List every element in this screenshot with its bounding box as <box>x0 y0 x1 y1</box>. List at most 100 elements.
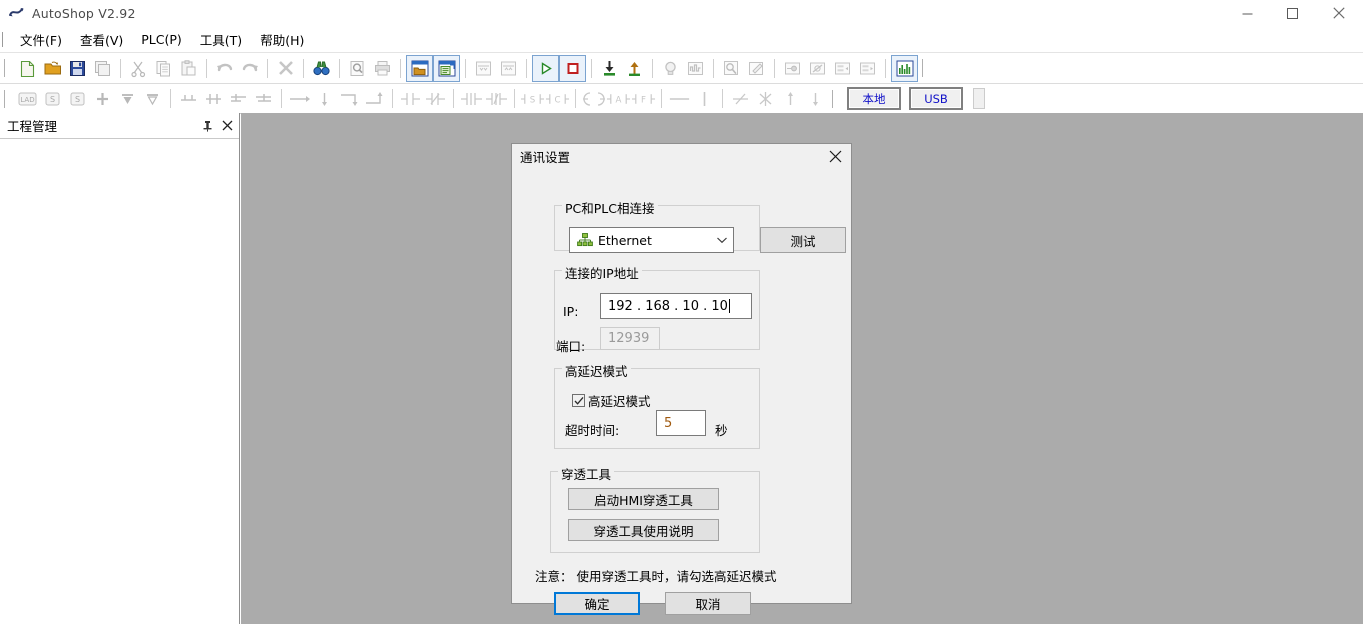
menu-bar: 文件(F) 查看(V) PLC(P) 工具(T) 帮助(H) <box>0 26 1363 53</box>
passthrough-note: 注意： 使用穿透工具时，请勾选高延迟模式 <box>535 569 777 584</box>
start-hmi-passthrough-button[interactable]: 启动HMI穿透工具 <box>568 488 719 510</box>
cut-icon[interactable] <box>126 56 151 81</box>
upload-plc-icon[interactable] <box>622 56 647 81</box>
arrow-up-icon[interactable] <box>778 86 803 111</box>
sfc-mode-icon[interactable]: S <box>65 86 90 111</box>
menu-plc[interactable]: PLC(P) <box>132 28 191 51</box>
mode-button-local[interactable]: 本地 <box>847 87 901 110</box>
close-icon[interactable] <box>219 116 236 136</box>
project-manager-tree[interactable] <box>0 139 239 624</box>
timeout-input[interactable]: 5 <box>656 410 706 436</box>
branch-right-icon[interactable] <box>251 86 276 111</box>
element-clear-icon[interactable] <box>805 56 830 81</box>
find-binoculars-icon[interactable] <box>309 56 334 81</box>
open-folder-icon[interactable] <box>40 56 65 81</box>
insert-vertical-icon[interactable] <box>90 86 115 111</box>
toolbar-separator <box>120 58 121 78</box>
delete-x-icon[interactable] <box>273 56 298 81</box>
coil-f-icon[interactable]: F <box>631 86 656 111</box>
project-window-icon[interactable] <box>406 54 433 82</box>
expand-rows-icon[interactable] <box>496 56 521 81</box>
save-all-icon[interactable] <box>90 56 115 81</box>
pin-icon[interactable] <box>199 116 216 136</box>
cross-reference-icon[interactable] <box>719 56 744 81</box>
toolbar-separator <box>514 89 515 108</box>
ok-button[interactable]: 确定 <box>554 592 640 615</box>
instruction-window-icon[interactable] <box>433 54 460 82</box>
delete-row-icon[interactable] <box>855 56 880 81</box>
copy-icon[interactable] <box>151 56 176 81</box>
svg-text:F: F <box>641 95 646 105</box>
dialog-body: PC和PLC相连接 Ethernet 测试 连接的IP地址 IP: 192 . … <box>512 168 851 615</box>
ladder-toolbar-grip[interactable] <box>4 89 12 108</box>
waveform-icon[interactable] <box>683 56 708 81</box>
connection-type-value: Ethernet <box>598 232 652 248</box>
menu-file[interactable]: 文件(F) <box>11 26 71 53</box>
maximize-button[interactable] <box>1270 0 1315 26</box>
contact-no-icon[interactable] <box>398 86 423 111</box>
chevron-down-icon[interactable] <box>711 236 733 244</box>
arrow-down-icon[interactable] <box>803 86 828 111</box>
mode-button-usb[interactable]: USB <box>909 87 963 110</box>
high-latency-checkbox-row[interactable]: 高延迟模式 <box>572 391 651 410</box>
connection-type-select[interactable]: Ethernet <box>569 227 734 253</box>
toolbar-grip[interactable] <box>4 59 12 77</box>
test-connection-button[interactable]: 测试 <box>760 227 846 253</box>
branch-down-icon[interactable] <box>201 86 226 111</box>
menu-view[interactable]: 查看(V) <box>71 26 132 53</box>
monitor-lamp-icon[interactable] <box>658 56 683 81</box>
passthrough-help-button[interactable]: 穿透工具使用说明 <box>568 519 719 541</box>
corner2-icon[interactable] <box>362 86 387 111</box>
coil-a-icon[interactable]: A <box>606 86 631 111</box>
ip-address-input[interactable]: 192 . 168 . 10 . 10 <box>600 293 752 319</box>
group-latency-legend: 高延迟模式 <box>562 361 631 380</box>
undo-icon[interactable] <box>212 56 237 81</box>
paste-icon[interactable] <box>176 56 201 81</box>
dialog-close-icon[interactable] <box>819 145 851 168</box>
set-coil-icon[interactable]: S <box>520 86 545 111</box>
branch-up-icon[interactable] <box>176 86 201 111</box>
corner-icon[interactable] <box>337 86 362 111</box>
mode-toolbar-grip[interactable] <box>832 89 840 108</box>
element-monitor-icon[interactable] <box>780 56 805 81</box>
menu-help[interactable]: 帮助(H) <box>251 26 313 53</box>
branch-left-icon[interactable] <box>226 86 251 111</box>
lad-mode-icon[interactable]: LAD <box>15 86 40 111</box>
stop-icon[interactable] <box>559 54 586 82</box>
insert-down-icon[interactable] <box>115 86 140 111</box>
line-right-icon[interactable] <box>287 86 312 111</box>
contact-nc-icon[interactable] <box>423 86 448 111</box>
print-icon[interactable] <box>370 56 395 81</box>
diagonal-del-icon[interactable] <box>728 86 753 111</box>
coil-icon[interactable] <box>581 86 606 111</box>
toolbar-separator <box>392 89 393 108</box>
compress-rows-icon[interactable] <box>471 56 496 81</box>
vline-icon[interactable] <box>692 86 717 111</box>
window-titlebar: AutoShop V2.92 <box>0 0 1363 26</box>
rising-edge-icon[interactable] <box>459 86 484 111</box>
download-plc-icon[interactable] <box>597 56 622 81</box>
edit-comment-icon[interactable] <box>744 56 769 81</box>
menu-tools[interactable]: 工具(T) <box>191 26 251 53</box>
insert-row-icon[interactable] <box>830 56 855 81</box>
new-file-icon[interactable] <box>15 56 40 81</box>
cancel-button[interactable]: 取消 <box>665 592 751 615</box>
line-down-icon[interactable] <box>312 86 337 111</box>
cross-del-icon[interactable] <box>753 86 778 111</box>
run-icon[interactable] <box>532 54 559 82</box>
save-icon[interactable] <box>65 56 90 81</box>
hline-icon[interactable] <box>667 86 692 111</box>
print-preview-icon[interactable] <box>345 56 370 81</box>
falling-edge-icon[interactable] <box>484 86 509 111</box>
port-input[interactable]: 12939 <box>600 327 660 350</box>
close-button[interactable] <box>1315 0 1363 26</box>
redo-icon[interactable] <box>237 56 262 81</box>
toolbar-overflow[interactable] <box>973 88 985 109</box>
toolbar-grip-end[interactable] <box>922 59 930 77</box>
minimize-button[interactable] <box>1225 0 1270 26</box>
st-mode-icon[interactable]: S <box>40 86 65 111</box>
delete-down-icon[interactable] <box>140 86 165 111</box>
chart-trend-icon[interactable] <box>891 54 918 82</box>
reset-coil-icon[interactable]: C <box>545 86 570 111</box>
high-latency-checkbox[interactable] <box>572 394 585 407</box>
